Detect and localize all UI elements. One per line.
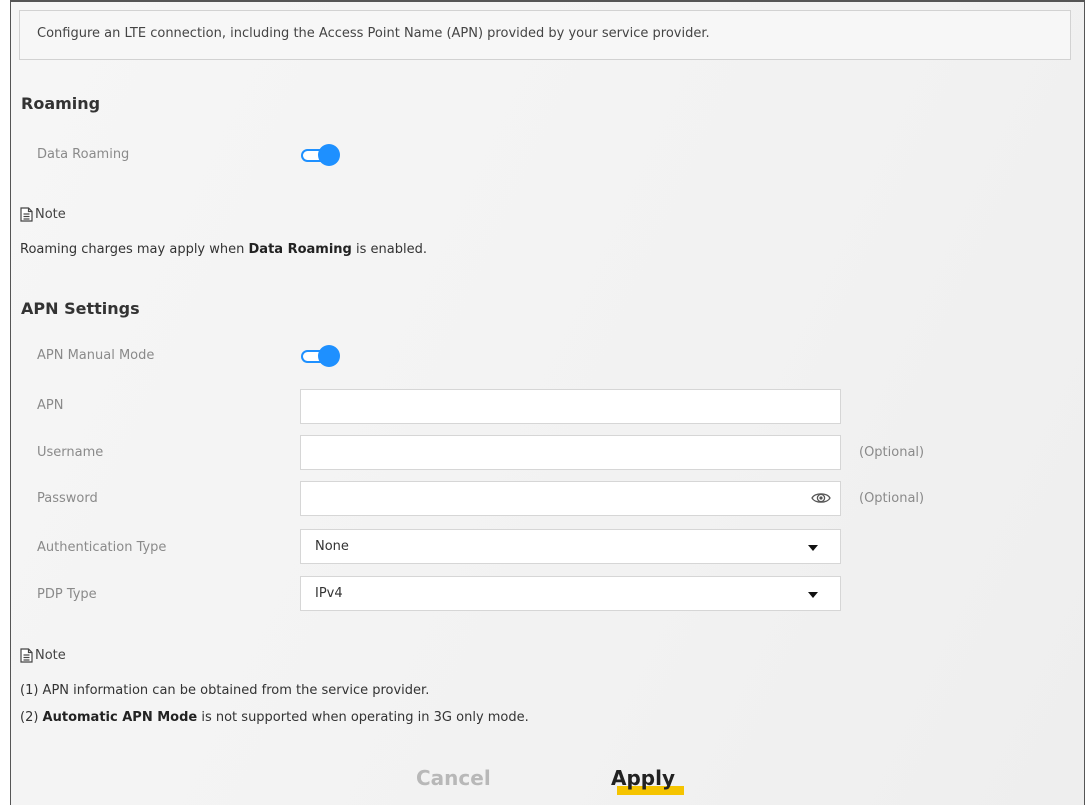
roaming-note-text: Roaming charges may apply when Data Roam… (20, 242, 427, 257)
auth-type-select[interactable]: None (300, 529, 841, 564)
roaming-section-title: Roaming (21, 94, 101, 113)
apply-button[interactable]: Apply (611, 766, 675, 790)
toggle-knob (318, 345, 340, 367)
data-roaming-label: Data Roaming (37, 147, 130, 162)
note-icon (20, 207, 33, 222)
toggle-knob (318, 144, 340, 166)
roaming-note-after: is enabled. (351, 242, 427, 257)
note-icon (20, 648, 33, 663)
roaming-note-bold: Data Roaming (248, 242, 352, 257)
password-input[interactable] (300, 481, 841, 516)
note-heading-text: Note (35, 648, 66, 663)
apn-note-line-1: (1) APN information can be obtained from… (20, 683, 430, 698)
apn-section-title: APN Settings (21, 299, 140, 318)
eye-icon[interactable] (811, 489, 831, 507)
apn-note-line-2-prefix: (2) (20, 710, 43, 725)
chevron-down-icon (808, 545, 818, 551)
username-optional-hint: (Optional) (859, 445, 925, 460)
apn-note-line-2-after: is not supported when operating in 3G on… (197, 710, 529, 725)
roaming-note-before: Roaming charges may apply when (20, 242, 249, 257)
password-optional-hint: (Optional) (859, 491, 925, 506)
username-label: Username (37, 445, 104, 460)
auth-type-value: None (315, 539, 349, 554)
auth-type-label: Authentication Type (37, 540, 167, 555)
intro-box: Configure an LTE connection, including t… (19, 10, 1071, 60)
username-input[interactable] (300, 435, 841, 470)
note-heading: Note (20, 648, 66, 663)
note-heading-text: Note (35, 207, 66, 222)
password-field (300, 481, 841, 516)
apn-manual-mode-label: APN Manual Mode (37, 348, 155, 363)
apn-label: APN (37, 398, 64, 413)
chevron-down-icon (808, 592, 818, 598)
apn-note-line-2-bold: Automatic APN Mode (42, 710, 198, 725)
apn-input[interactable] (300, 389, 841, 424)
note-heading: Note (20, 207, 66, 222)
cancel-button[interactable]: Cancel (416, 766, 491, 790)
data-roaming-toggle[interactable] (298, 144, 342, 166)
lte-settings-panel: Configure an LTE connection, including t… (10, 0, 1085, 805)
pdp-type-value: IPv4 (315, 586, 343, 601)
apn-manual-mode-toggle[interactable] (298, 345, 342, 367)
password-label: Password (37, 491, 98, 506)
pdp-type-select[interactable]: IPv4 (300, 576, 841, 611)
apn-note-line-2: (2) Automatic APN Mode is not supported … (20, 710, 529, 725)
pdp-type-label: PDP Type (37, 587, 97, 602)
intro-text: Configure an LTE connection, including t… (37, 26, 710, 41)
